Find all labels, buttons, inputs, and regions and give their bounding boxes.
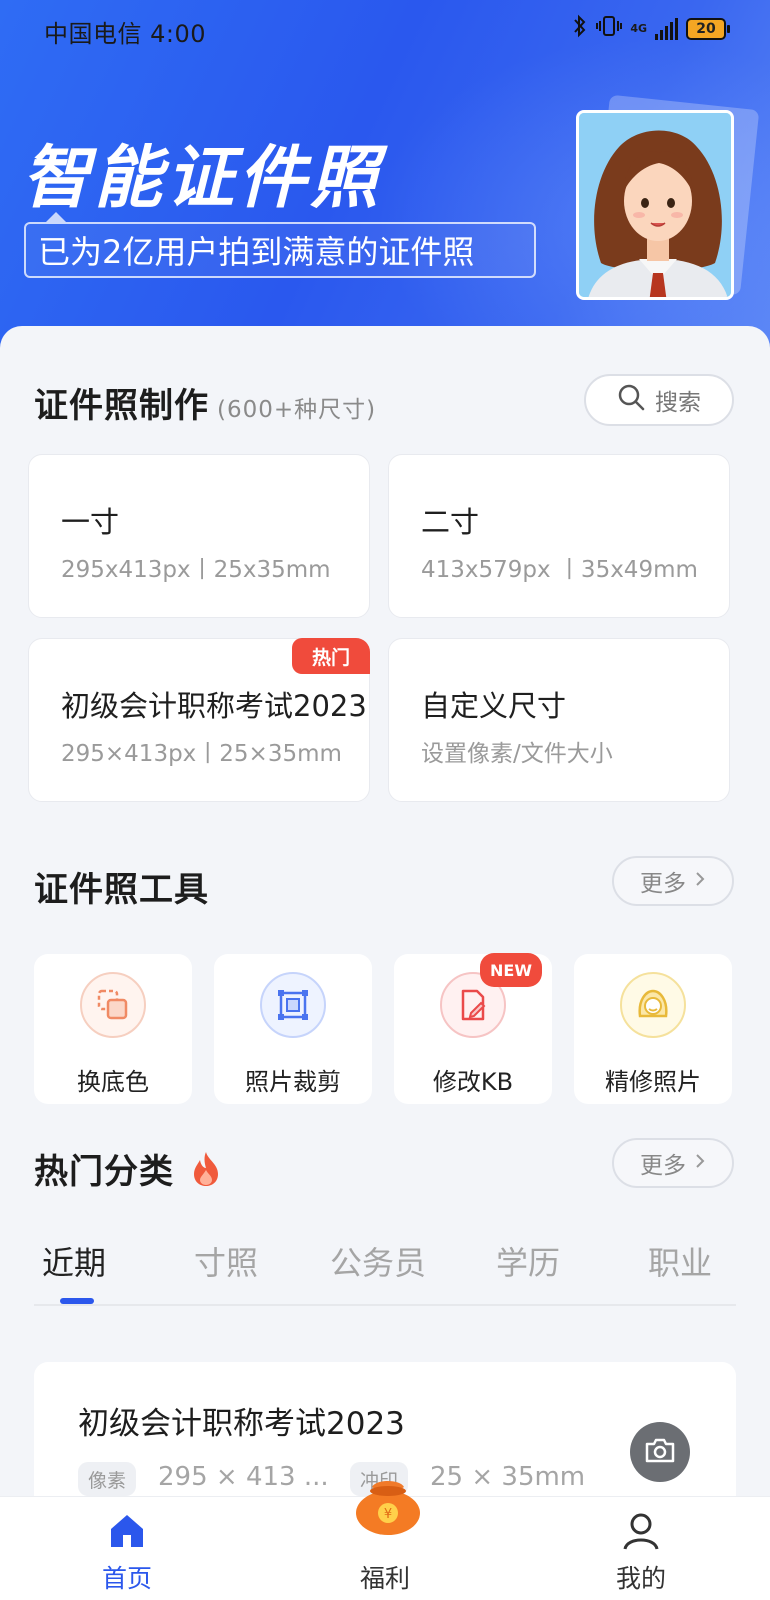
- search-label: 搜索: [655, 390, 701, 416]
- content-sheet: 证件照制作 (600+种尺寸) 搜索 一寸 295x413px丨25x35mm 二…: [0, 326, 770, 1600]
- chevron-right-icon: [694, 868, 706, 894]
- nav-mine[interactable]: 我的: [566, 1497, 716, 1600]
- card-title: 自定义尺寸: [421, 689, 567, 723]
- tool-label: 精修照片: [605, 1068, 701, 1096]
- pixel-chip: 像素: [78, 1462, 137, 1496]
- card-title: 二寸: [421, 505, 480, 539]
- tool-change-background[interactable]: 换底色: [34, 954, 192, 1104]
- network-type: 4G: [630, 22, 647, 35]
- card-subtitle: 设置像素/文件大小: [421, 741, 613, 767]
- tools-more-button[interactable]: 更多: [612, 856, 734, 906]
- card-subtitle: 295x413px丨25x35mm: [61, 557, 331, 583]
- size-card-2inch[interactable]: 二寸 413x579px 丨35x49mm: [388, 454, 730, 618]
- size-card-custom[interactable]: 自定义尺寸 设置像素/文件大小: [388, 638, 730, 802]
- tool-label: 换底色: [77, 1068, 149, 1096]
- search-button[interactable]: 搜索: [584, 374, 734, 426]
- nav-label: 首页: [101, 1564, 152, 1593]
- face-retouch-icon: [620, 972, 686, 1038]
- home-icon: [107, 1511, 147, 1551]
- card-subtitle: 295×413px丨25×35mm: [61, 741, 342, 767]
- tool-retouch-photo[interactable]: 精修照片: [574, 954, 732, 1104]
- lucky-bag-icon: ¥: [352, 1473, 424, 1537]
- fire-icon: [190, 1150, 222, 1188]
- hero-banner: 中国电信 4:00 4G 20 智能证件照 已为2亿用户拍到满意的证件照: [0, 0, 770, 360]
- sample-id-photo: [576, 110, 734, 300]
- list-item-title: 初级会计职称考试2023: [78, 1406, 405, 1442]
- size-card-accounting-exam[interactable]: 热门 初级会计职称考试2023 295×413px丨25×35mm: [28, 638, 370, 802]
- status-bar: 中国电信 4:00 4G 20: [0, 0, 770, 60]
- tab-education[interactable]: 学历: [496, 1238, 560, 1284]
- bluetooth-icon: [572, 14, 588, 43]
- hot-badge: 热门: [292, 638, 370, 674]
- tools-section-title: 证件照工具: [34, 870, 209, 910]
- tool-label: 修改KB: [432, 1068, 514, 1096]
- hot-section-title: 热门分类: [34, 1144, 222, 1193]
- make-section-title: 证件照制作 (600+种尺寸): [34, 386, 377, 426]
- swap-background-icon: [80, 972, 146, 1038]
- nav-label: 我的: [615, 1564, 666, 1593]
- camera-button[interactable]: [630, 1422, 690, 1482]
- carrier-time: 中国电信 4:00: [44, 20, 207, 48]
- tab-inch-photo[interactable]: 寸照: [194, 1238, 258, 1284]
- battery-level: 20: [696, 20, 716, 37]
- crop-icon: [260, 972, 326, 1038]
- more-label: 更多: [640, 1153, 686, 1179]
- search-icon: [617, 383, 645, 417]
- tab-recent[interactable]: 近期: [42, 1238, 106, 1284]
- svg-text:¥: ¥: [384, 1507, 392, 1522]
- chevron-right-icon: [694, 1150, 706, 1176]
- card-title: 一寸: [61, 505, 120, 539]
- hot-more-button[interactable]: 更多: [612, 1138, 734, 1188]
- pixel-value: 295 × 413 ...: [158, 1462, 329, 1492]
- camera-icon: [644, 1436, 676, 1468]
- tool-crop-photo[interactable]: 照片裁剪: [214, 954, 372, 1104]
- card-title: 初级会计职称考试2023: [61, 689, 367, 723]
- tab-profession[interactable]: 职业: [648, 1238, 712, 1284]
- nav-home[interactable]: 首页: [52, 1497, 202, 1600]
- vibrate-icon: [596, 14, 623, 43]
- tool-label: 照片裁剪: [245, 1068, 341, 1096]
- hero-subtitle: 已为2亿用户拍到满意的证件照: [24, 212, 536, 278]
- hero-title: 智能证件照: [22, 139, 383, 218]
- new-badge: NEW: [480, 953, 542, 987]
- tab-civil-servant[interactable]: 公务员: [330, 1238, 426, 1284]
- category-tabs: 近期 寸照 公务员 学历 职业: [34, 1238, 736, 1306]
- woman-portrait-illustration: [579, 113, 731, 297]
- size-count-note: (600+种尺寸): [217, 397, 377, 423]
- nav-welfare[interactable]: ¥ 福利: [310, 1481, 460, 1600]
- size-card-1inch[interactable]: 一寸 295x413px丨25x35mm: [28, 454, 370, 618]
- print-value: 25 × 35mm: [430, 1462, 586, 1492]
- user-icon: [621, 1511, 661, 1551]
- card-subtitle: 413x579px 丨35x49mm: [421, 557, 698, 583]
- tool-modify-kb[interactable]: NEW 修改KB: [394, 953, 552, 1104]
- more-label: 更多: [640, 871, 686, 897]
- nav-label: 福利: [359, 1564, 410, 1593]
- signal-icon: [655, 17, 678, 40]
- battery-icon: 20: [686, 17, 730, 40]
- bottom-nav: 首页 ¥ 福利 我的: [0, 1481, 770, 1600]
